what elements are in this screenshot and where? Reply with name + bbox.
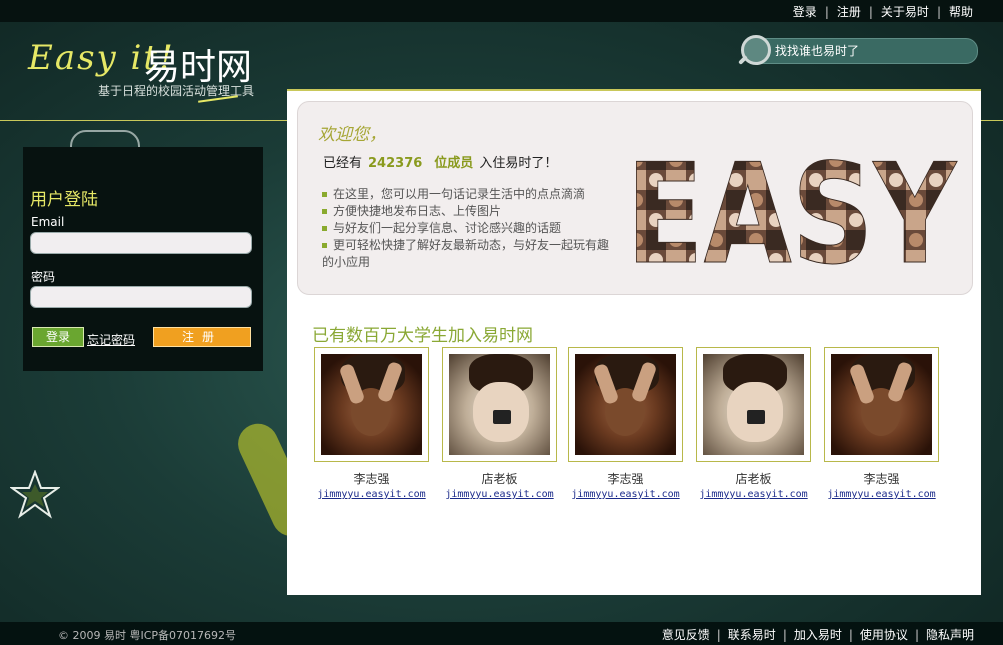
member-photo-frame[interactable]	[568, 347, 683, 462]
feature-text: 方便快捷地发布日志、上传图片	[333, 204, 502, 218]
copyright-text: © 2009 易时 粤ICP备07017692号	[58, 629, 237, 642]
member-avatar	[575, 354, 676, 455]
member-card[interactable]: 李志强 jimmyyu.easyit.com	[824, 347, 939, 500]
top-nav: 登录 | 注册 | 关于易时 | 帮助	[785, 3, 981, 20]
member-link[interactable]: jimmyyu.easyit.com	[824, 489, 939, 500]
email-label: Email	[31, 215, 65, 229]
member-card[interactable]: 店老板 jimmyyu.easyit.com	[696, 347, 811, 500]
welcome-panel: 欢迎您， 已经有 242376 位成员 入住易时了！ 在这里，您可以用一句话记录生活中…	[297, 101, 973, 295]
member-count: 已经有 242376 位成员 入住易时了！	[323, 152, 557, 171]
member-name: 李志强	[863, 472, 900, 486]
member-avatar	[703, 354, 804, 455]
feature-item: 方便快捷地发布日志、上传图片	[322, 203, 612, 220]
top-nav-help[interactable]: 帮助	[941, 5, 981, 19]
feature-item: 更可轻松快捷了解好友最新动态，与好友一起玩有趣的小应用	[322, 237, 612, 271]
top-nav-about[interactable]: 关于易时	[873, 5, 937, 19]
collage-text: EASY	[626, 134, 958, 272]
top-nav-login[interactable]: 登录	[785, 5, 825, 19]
member-avatar	[831, 354, 932, 455]
forgot-password-link[interactable]: 忘记密码	[87, 331, 135, 348]
member-avatar	[321, 354, 422, 455]
login-panel: 用户登陆 Email 密码 登录 忘记密码 注册	[23, 147, 263, 371]
welcome-title: 欢迎您，	[318, 125, 386, 145]
register-button[interactable]: 注册	[153, 327, 251, 347]
footer-link-join[interactable]: 加入易时	[787, 628, 849, 642]
login-button[interactable]: 登录	[32, 327, 84, 347]
member-name: 店老板	[481, 472, 518, 486]
easy-photo-collage: EASY	[626, 134, 958, 273]
feature-item: 与好友们一起分享信息、讨论感兴趣的话题	[322, 220, 612, 237]
feature-text: 更可轻松快捷了解好友最新动态，与好友一起玩有趣的小应用	[322, 238, 610, 269]
member-card[interactable]: 李志强 jimmyyu.easyit.com	[314, 347, 429, 500]
member-link[interactable]: jimmyyu.easyit.com	[442, 489, 557, 500]
divider-line	[0, 120, 290, 121]
member-name: 店老板	[735, 472, 772, 486]
member-card[interactable]: 店老板 jimmyyu.easyit.com	[442, 347, 557, 500]
footer: © 2009 易时 粤ICP备07017692号 意见反馈 | 联系易时 | 加入易时 |…	[0, 622, 1003, 645]
divider-line	[980, 120, 1003, 121]
member-count-number: 242376	[368, 156, 423, 171]
bullet-icon	[322, 192, 327, 197]
top-bar: 登录 | 注册 | 关于易时 | 帮助	[0, 0, 1003, 22]
member-photo-frame[interactable]	[824, 347, 939, 462]
member-count-prefix: 已经有	[323, 156, 363, 171]
search-box	[741, 35, 978, 65]
footer-link-privacy[interactable]: 隐私声明	[919, 628, 981, 642]
member-link[interactable]: jimmyyu.easyit.com	[696, 489, 811, 500]
site-logo[interactable]: Easy it! 易时网 基于日程的校园活动管理工具	[28, 38, 268, 103]
bullet-icon	[322, 226, 327, 231]
footer-nav: 意见反馈 | 联系易时 | 加入易时 | 使用协议 | 隐私声明	[655, 626, 981, 643]
footer-link-terms[interactable]: 使用协议	[853, 628, 915, 642]
member-photo-frame[interactable]	[442, 347, 557, 462]
search-input[interactable]	[773, 41, 967, 61]
search-icon[interactable]	[741, 35, 771, 65]
member-name: 李志强	[607, 472, 644, 486]
footer-link-feedback[interactable]: 意见反馈	[655, 628, 717, 642]
password-label: 密码	[31, 270, 56, 284]
password-field[interactable]	[30, 286, 252, 308]
top-nav-register[interactable]: 注册	[829, 5, 869, 19]
footer-link-contact[interactable]: 联系易时	[721, 628, 783, 642]
feature-item: 在这里，您可以用一句话记录生活中的点点滴滴	[322, 186, 612, 203]
star-doodle-icon	[10, 470, 60, 519]
feature-list: 在这里，您可以用一句话记录生活中的点点滴滴 方便快捷地发布日志、上传图片 与好友…	[322, 186, 612, 271]
member-avatar	[449, 354, 550, 455]
main-content: 欢迎您， 已经有 242376 位成员 入住易时了！ 在这里，您可以用一句话记录生活中…	[287, 89, 981, 595]
bullet-icon	[322, 209, 327, 214]
member-card[interactable]: 李志强 jimmyyu.easyit.com	[568, 347, 683, 500]
join-title: 已有数百万大学生加入易时网	[312, 326, 533, 346]
login-title: 用户登陆	[30, 190, 98, 210]
member-photo-frame[interactable]	[314, 347, 429, 462]
bullet-icon	[322, 243, 327, 248]
member-link[interactable]: jimmyyu.easyit.com	[314, 489, 429, 500]
member-count-unit: 位成员	[434, 156, 474, 171]
member-name: 李志强	[353, 472, 390, 486]
feature-text: 与好友们一起分享信息、讨论感兴趣的话题	[333, 221, 562, 235]
member-link[interactable]: jimmyyu.easyit.com	[568, 489, 683, 500]
feature-text: 在这里，您可以用一句话记录生活中的点点滴滴	[333, 187, 586, 201]
member-photo-frame[interactable]	[696, 347, 811, 462]
member-count-suffix: 入住易时了！	[479, 156, 558, 171]
email-field[interactable]	[30, 232, 252, 254]
